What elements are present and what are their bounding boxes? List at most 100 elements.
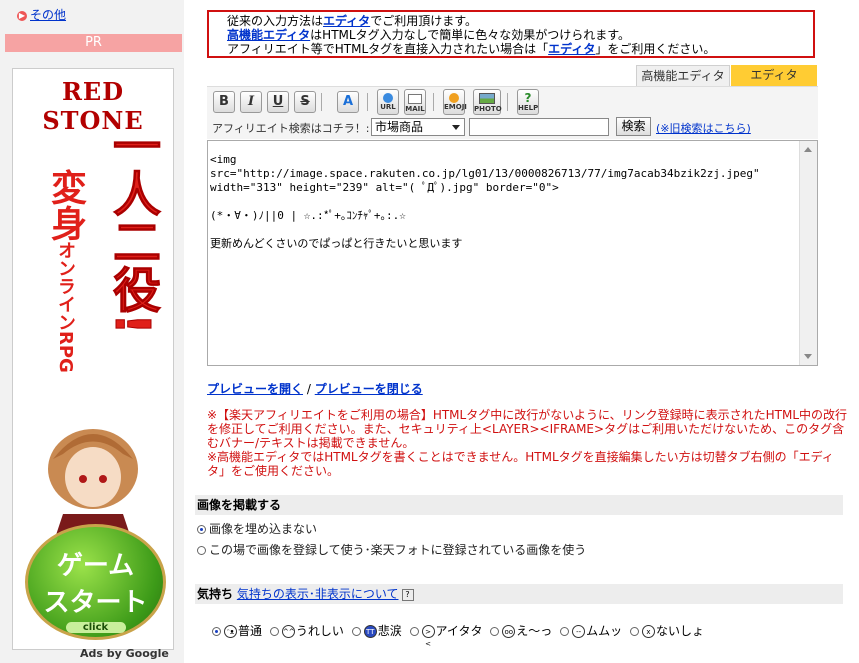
- image-option-none[interactable]: 画像を埋め込まない: [197, 520, 317, 537]
- radio-icon[interactable]: [212, 627, 221, 636]
- chevron-down-icon: [452, 125, 460, 130]
- mood-option[interactable]: x ないしょ: [629, 622, 704, 639]
- ad-banner[interactable]: RED STONE 一人二役! 変身オンラインRPG ゲーム スタート clic…: [12, 68, 174, 650]
- html-notice: ※【楽天アフィリエイトをご利用の場合】HTMLタグ中に改行がないように、リンク登…: [207, 408, 847, 478]
- photo-button[interactable]: PHOTO: [473, 89, 502, 115]
- radio-icon[interactable]: [409, 627, 419, 636]
- face-icon: oo: [502, 625, 516, 638]
- photo-label: PHOTO: [474, 105, 502, 113]
- tab-editor[interactable]: エディタ: [731, 65, 817, 86]
- image-option-upload[interactable]: この場で画像を登録して使う･楽天フォトに登録されている画像を使う: [197, 541, 586, 558]
- question-icon: ?: [524, 91, 532, 105]
- bold-button[interactable]: B: [213, 91, 235, 113]
- help-label: HELP: [518, 104, 539, 112]
- ad-start-click: click: [65, 622, 126, 633]
- image-option-none-label: 画像を埋め込まない: [209, 522, 318, 536]
- face-icon: --: [572, 625, 586, 638]
- ad-title: 一人二役!: [104, 121, 161, 336]
- notice-line2: 高機能エディタはHTMLタグ入力なしで簡単に色々な効果がつけられます。: [227, 28, 631, 42]
- ad-subtitle: 変身オンラインRPG: [45, 169, 86, 373]
- emoji-button[interactable]: EMOJI: [443, 89, 467, 115]
- mood-option[interactable]: oo え～っ: [490, 622, 552, 639]
- preview-open-link[interactable]: プレビューを開く: [207, 382, 303, 396]
- notice-box: 従来の入力方法はエディタでご利用頂けます。 高機能エディタはHTMLタグ入力なし…: [207, 10, 815, 58]
- toolbar-separator: [321, 93, 322, 111]
- help-icon[interactable]: ?: [401, 588, 414, 601]
- other-link-label: その他: [30, 8, 67, 22]
- preview-separator: /: [306, 382, 311, 396]
- advanced-editor-link[interactable]: 高機能エディタ: [227, 28, 310, 42]
- textarea-scrollbar[interactable]: [799, 141, 817, 365]
- mood-option[interactable]: ^^うれしい: [269, 622, 344, 639]
- mail-icon: [408, 94, 422, 104]
- face-icon: ^^: [281, 625, 295, 638]
- strike-button[interactable]: S: [294, 91, 316, 113]
- notice-line1: 従来の入力方法はエディタでご利用頂けます。: [227, 14, 477, 28]
- mood-option[interactable]: -- ムムッ: [560, 622, 622, 639]
- face-icon: TT: [363, 625, 377, 638]
- face-icon: ><: [421, 625, 435, 648]
- radio-icon[interactable]: [629, 627, 639, 636]
- radio-icon[interactable]: [351, 627, 361, 636]
- html-notice-text: ※【楽天アフィリエイトをご利用の場合】HTMLタグ中に改行がないように、リンク登…: [207, 408, 848, 478]
- italic-button[interactable]: I: [240, 91, 262, 113]
- preview-links: プレビューを開く / プレビューを閉じる: [207, 380, 423, 397]
- affiliate-search-label: アフィリエイト検索はコチラ！:: [212, 122, 370, 135]
- help-button[interactable]: ? HELP: [517, 89, 539, 115]
- editor-link[interactable]: エディタ: [323, 14, 370, 28]
- radio-icon[interactable]: [269, 627, 279, 636]
- affiliate-search-input[interactable]: [469, 118, 609, 136]
- mood-label: 悲涙: [377, 624, 402, 638]
- radio-icon[interactable]: [197, 525, 206, 534]
- scroll-up-icon[interactable]: [804, 147, 812, 152]
- body-text: <img src="http://image.space.rakuten.co.…: [210, 153, 760, 250]
- mood-options: ᵔᴥ 普通 ^^うれしい TT 悲涙 ><アイタタ oo え～っ -- ムムッ x ないし…: [212, 622, 708, 648]
- toolbar-separator: [433, 93, 434, 111]
- mood-option[interactable]: ><アイタタ: [409, 622, 483, 648]
- preview-close-link[interactable]: プレビューを閉じる: [315, 382, 423, 396]
- affiliate-category-select[interactable]: 市場商品: [371, 118, 465, 136]
- photo-icon: [479, 93, 495, 104]
- mood-option[interactable]: TT 悲涙: [351, 622, 402, 639]
- toolbar-separator: [367, 93, 368, 111]
- editor-link-2[interactable]: エディタ: [548, 42, 595, 56]
- mood-header-label: 気持ち: [197, 587, 234, 601]
- font-color-button[interactable]: A: [337, 91, 359, 113]
- ad-start-line1: ゲーム: [56, 551, 135, 581]
- affiliate-search-button[interactable]: 検索: [616, 117, 651, 136]
- editor-toolbar: B I U S A URL MAIL EMOJI PHOTO ? HELP アフィ…: [207, 86, 818, 139]
- mood-label: 普通: [238, 624, 263, 638]
- other-link[interactable]: ▶ その他: [17, 6, 66, 23]
- underline-button[interactable]: U: [267, 91, 289, 113]
- notice-line3: アフィリエイト等でHTMLタグを直接入力されたい場合は「エディタ」をご利用くださ…: [227, 42, 716, 56]
- globe-icon: [383, 93, 393, 103]
- url-button[interactable]: URL: [377, 89, 399, 115]
- smiley-icon: [449, 93, 459, 103]
- affiliate-select-value: 市場商品: [375, 120, 424, 134]
- mood-label: うれしい: [295, 624, 344, 638]
- face-icon: x: [641, 625, 655, 638]
- radio-icon[interactable]: [560, 627, 570, 636]
- mood-option[interactable]: ᵔᴥ 普通: [212, 622, 262, 639]
- mood-label: ないしょ: [655, 624, 704, 638]
- ad-start-button[interactable]: ゲーム スタート click: [25, 524, 166, 640]
- ads-by-google[interactable]: Ads by Google: [80, 647, 169, 660]
- ad-subtitle2: オンラインRPG: [55, 241, 76, 373]
- left-sidebar: ▶ その他 PR RED STONE 一人二役! 変身オンラインRPG ゲーム ス…: [0, 0, 184, 663]
- toolbar-separator: [507, 93, 508, 111]
- mood-display-link[interactable]: 気持ちの表示･非表示について: [237, 587, 399, 601]
- radio-icon[interactable]: [490, 627, 500, 636]
- scroll-down-icon[interactable]: [804, 354, 812, 359]
- mail-button[interactable]: MAIL: [404, 89, 426, 115]
- mood-label: アイタタ: [435, 624, 483, 638]
- tab-advanced-editor[interactable]: 高機能エディタ: [636, 65, 730, 87]
- image-option-upload-label: この場で画像を登録して使う･楽天フォトに登録されている画像を使う: [209, 543, 587, 557]
- old-search-link[interactable]: (※旧検索はこちら): [656, 120, 751, 136]
- mood-label: え～っ: [516, 624, 553, 638]
- image-section-header: 画像を掲載する: [195, 495, 843, 515]
- ad-start-line2: スタート: [43, 588, 148, 618]
- radio-icon[interactable]: [197, 546, 206, 555]
- face-icon: ᵔᴥ: [224, 625, 237, 638]
- url-label: URL: [380, 103, 396, 111]
- body-textarea[interactable]: <img src="http://image.space.rakuten.co.…: [207, 140, 818, 366]
